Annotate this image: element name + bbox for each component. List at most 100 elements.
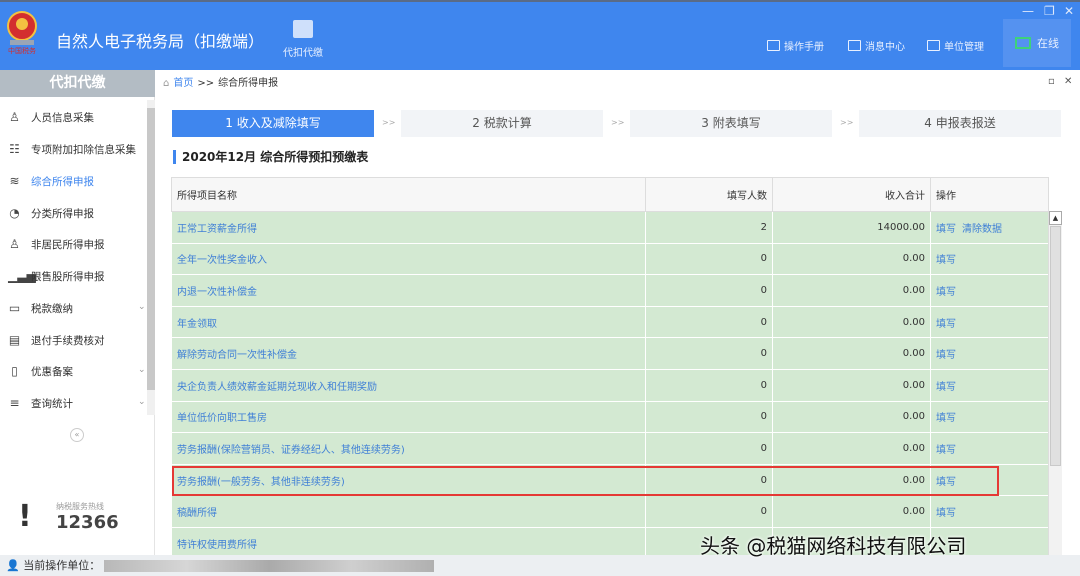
income-total: 0.00 [773,275,931,307]
sidebar-item-special-deduction[interactable]: ☷专项附加扣除信息采集 [8,139,136,159]
restore-button[interactable]: ❐ [1044,4,1055,18]
row-actions: 填写 [931,243,1049,275]
income-item-name[interactable]: 正常工资薪金所得 [172,212,646,244]
filled-count: 0 [646,338,773,370]
filled-count: 0 [646,275,773,307]
manual-label: 操作手册 [784,38,824,53]
close-button[interactable]: ✕ [1064,4,1074,18]
fill-link[interactable]: 填写 [936,382,956,393]
fill-link[interactable]: 填写 [936,224,956,235]
row-actions: 填写 [931,275,1049,307]
sidebar-scrollbar[interactable] [147,100,155,415]
fill-link[interactable]: 填写 [936,413,956,424]
sidebar-item-refund-fee[interactable]: ▤退付手续费核对 [8,330,105,350]
income-item-name[interactable]: 年金领取 [172,306,646,338]
scroll-up-icon[interactable]: ▲ [1049,211,1062,225]
income-item-name[interactable]: 劳务报酬(保险营销员、证券经纪人、其他连续劳务) [172,433,646,465]
clear-data-link[interactable]: 清除数据 [962,224,1002,235]
message-center-button[interactable]: 消息中心 [848,38,905,53]
list-icon: ☷ [8,142,21,156]
income-item-name[interactable]: 解除劳动合同一次性补偿金 [172,338,646,370]
sidebar-item-classified[interactable]: ◔分类所得申报 [8,203,94,223]
chevron-down-icon[interactable]: ⌄ [138,302,146,312]
col-ops: 操作 [931,178,1049,212]
nav-withholding-button[interactable]: 代扣代缴 [278,20,328,59]
filled-count: 0 [646,243,773,275]
close-panel-icon[interactable]: ✕ [1064,76,1072,87]
income-item-name[interactable]: 全年一次性奖金收入 [172,243,646,275]
fill-link[interactable]: 填写 [936,350,956,361]
minimize-button[interactable]: — [1022,4,1034,18]
message-label: 消息中心 [865,38,905,53]
income-table: 所得项目名称 填写人数 收入合计 操作 正常工资薪金所得214000.00填写清… [171,177,1049,560]
sidebar-item-label: 查询统计 [31,396,73,411]
unit-management-button[interactable]: 单位管理 [927,38,984,53]
building-icon [927,40,940,51]
layers-icon: ≋ [8,174,21,188]
step-attachments[interactable]: 3 附表填写 [630,110,832,137]
home-icon: ⌂ [163,70,169,97]
user-icon: 👤 [6,559,20,572]
income-total: 0.00 [773,306,931,338]
fill-link[interactable]: 填写 [936,255,956,266]
sidebar-item-tax-payment[interactable]: ▭税款缴纳 [8,298,73,318]
scrollbar-thumb[interactable] [147,108,155,390]
filled-count: 0 [646,496,773,528]
sidebar-item-preferential[interactable]: ▯优惠备案 [8,361,73,381]
online-status-button[interactable]: 在线 [1003,19,1071,67]
income-item-name[interactable]: 央企负责人绩效薪金延期兑现收入和任期奖励 [172,369,646,401]
maximize-panel-icon[interactable]: ▫ [1048,76,1055,87]
manual-icon [767,40,780,51]
hotline-label: 纳税服务热线 [56,501,119,512]
manual-button[interactable]: 操作手册 [767,38,824,53]
monitor-icon [1015,37,1031,49]
row-actions: 填写 [931,369,1049,401]
row-actions: 填写 [931,433,1049,465]
fill-link[interactable]: 填写 [936,508,956,519]
income-item-name[interactable]: 内退一次性补偿金 [172,275,646,307]
breadcrumb-home[interactable]: 首页 [173,70,193,97]
chevron-down-icon[interactable]: ⌄ [138,365,146,375]
fill-link[interactable]: 填写 [936,319,956,330]
collapse-sidebar-button[interactable]: « [70,428,84,442]
row-actions: 填写 [931,496,1049,528]
col-count: 填写人数 [646,178,773,212]
sidebar-item-label: 人员信息采集 [31,110,94,125]
sidebar-item-label: 分类所得申报 [31,206,94,221]
file-icon: ▯ [8,364,21,378]
online-label: 在线 [1037,35,1059,51]
hotline-number: 12366 [56,512,119,533]
step-income[interactable]: 1 收入及减除填写 [172,110,374,137]
sidebar-item-personnel[interactable]: ♙ 人员信息采集 [8,107,94,127]
income-total: 0.00 [773,338,931,370]
filled-count: 2 [646,212,773,244]
income-item-name[interactable]: 单位低价向职工售房 [172,401,646,433]
income-total: 0.00 [773,369,931,401]
income-item-name[interactable]: 稿酬所得 [172,496,646,528]
highlight-box [172,466,999,496]
fill-link[interactable]: 填写 [936,287,956,298]
step-submit[interactable]: 4 申报表报送 [859,110,1061,137]
step-tax-calc[interactable]: 2 税款计算 [401,110,603,137]
current-unit-label: 当前操作单位： [23,559,100,572]
tax-emblem-logo: 中国税务 [4,10,40,54]
sidebar-item-restricted-shares[interactable]: ▁▃▅限售股所得申报 [8,266,105,286]
sidebar-item-query[interactable]: ≡查询统计 [8,393,73,413]
mail-icon [848,40,861,51]
table-header: 所得项目名称 填写人数 收入合计 操作 [172,178,1049,212]
breadcrumb-current: 综合所得申报 [218,70,278,97]
sidebar-title: 代扣代缴 [0,70,155,97]
fill-link[interactable]: 填写 [936,445,956,456]
row-actions: 填写 [931,401,1049,433]
user-icon: ♙ [8,237,21,251]
table-scrollbar[interactable]: ▲ [1048,211,1062,555]
scrollbar-thumb[interactable] [1050,226,1061,466]
chevron-down-icon[interactable]: ⌄ [138,397,146,407]
filled-count: 0 [646,369,773,401]
sidebar-item-nonresident[interactable]: ♙非居民所得申报 [8,234,105,254]
table-row: 年金领取00.00填写 [172,306,1049,338]
table-row: 稿酬所得00.00填写 [172,496,1049,528]
person-icon: ♙ [8,110,21,124]
sidebar-item-comprehensive[interactable]: ≋综合所得申报 [8,171,94,191]
folder-icon: ▭ [8,301,21,315]
